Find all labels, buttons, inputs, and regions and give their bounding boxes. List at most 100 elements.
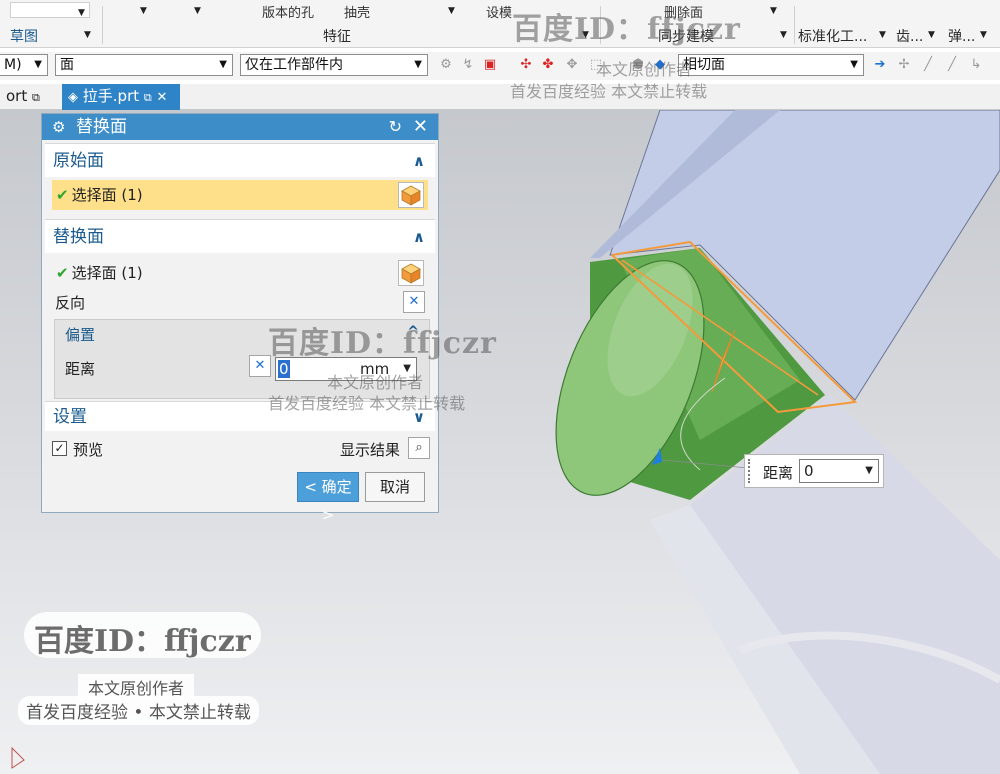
section-title: 替换面 [53,227,104,247]
type-filter-combo[interactable]: M) ▼ [0,54,48,76]
chevron-down-icon: ▼ [34,59,42,70]
distance-value: 0 [278,360,290,378]
watermark-card: 百度ID：ffjczr 本文原创作者 首发百度经验 • 本文禁止转载 [18,612,280,730]
file-tab-bar: ort ⧉ ◈ 拉手.prt ⧉ ✕ [0,84,1000,110]
ribbon-group-feature[interactable]: 特征 [323,26,351,46]
chevron-down-icon: ▼ [850,59,858,70]
show-result-label: 显示结果 [340,441,401,459]
chevron-down-icon[interactable]: ▼ [928,30,935,40]
ribbon-item-shell[interactable]: 抽壳 [344,2,370,21]
chevron-down-icon[interactable]: ▼ [194,6,201,16]
floating-distance-input[interactable]: 0 ▼ [799,459,879,483]
select-body-icon[interactable]: ✤ [540,57,556,73]
watermark-copyright-mid: 首发百度经验 本文禁止转载 [268,394,466,413]
cube-icon [401,263,421,284]
show-result-button[interactable]: ⌕ [408,437,430,459]
arrow-right-icon[interactable]: ➔ [872,57,888,73]
check-icon: ✔ [56,186,69,204]
swap-arrows-icon: ✕ [408,294,420,309]
ribbon: ▼ ▼ ▼ 版本的孔 抽壳 ▼ 设模 删除面 ▼ 草图 ▼ 特征 ▼ 同步建模 … [0,0,1000,48]
snap-icon[interactable]: ⚙ [438,57,454,73]
search-icon: ⌕ [415,440,423,455]
replacement-face-selector[interactable]: ✔ 选择面 (1) [52,258,428,288]
section-replacement-face[interactable]: 替换面 ∧ [45,219,435,253]
reverse-direction-label: 反向 [55,294,86,312]
select-box-icon[interactable]: ▣ [482,57,498,73]
watermark-id-top: 百度ID：ffjczr [512,12,741,47]
check-icon: ✔ [56,264,69,282]
distance-label: 距离 [65,360,96,378]
select-face-label: 选择面 (1) [71,186,143,204]
floating-distance-label: 距离 [763,464,794,482]
chevron-up-icon[interactable]: ∧ [413,144,425,178]
chevron-down-icon: ▼ [414,59,422,70]
view-triad-icon[interactable] [11,746,25,769]
chevron-up-icon[interactable]: ∧ [413,220,425,254]
select-link-icon[interactable]: ↯ [460,57,476,73]
tab-handle-part[interactable]: ◈ 拉手.prt ⧉ ✕ [62,84,180,110]
tangent-filter-combo[interactable]: 相切面 ▼ [678,54,864,76]
watermark-id-card: 百度ID：ffjczr [24,612,261,659]
ribbon-group-standard-tools[interactable]: 标准化工... [798,26,867,46]
scope-filter-value: 仅在工作部件内 [245,57,343,73]
chevron-down-icon[interactable]: ▼ [770,6,777,16]
dialog-title-bar[interactable]: ⚙ 替换面 ↻ ✕ [42,114,438,140]
section-original-face[interactable]: 原始面 ∧ [45,143,435,177]
section-title: 设置 [53,407,87,427]
line-icon[interactable]: ╱ [920,57,936,73]
ribbon-group-sketch[interactable]: 草图 [10,26,38,46]
watermark-copyright-top: 首发百度经验 本文禁止转载 [510,82,708,101]
chevron-down-icon[interactable]: ▼ [879,30,886,40]
chevron-down-icon[interactable]: ▼ [78,8,85,18]
watermark-author-top: 本文原创作者 [596,60,693,79]
offset-title[interactable]: 偏置 [65,324,95,345]
gear-icon[interactable]: ⚙ [52,114,65,140]
ribbon-divider [794,6,795,44]
chevron-down-icon[interactable]: ▼ [448,6,455,16]
close-icon[interactable]: ✕ [413,114,428,140]
chevron-down-icon: ▼ [219,59,227,70]
face-filter-value: 面 [60,57,74,73]
tab-previous-part[interactable]: ort ⧉ [0,84,46,110]
popout-icon[interactable]: ⧉ [32,91,40,104]
original-face-selector[interactable]: ✔ 选择面 (1) [52,180,428,210]
ribbon-group-gear[interactable]: 齿... [896,26,923,46]
replace-face-dialog: ⚙ 替换面 ↻ ✕ 原始面 ∧ ✔ 选择面 (1) 替换面 ∧ ✔ 选择面 (1) [41,113,439,524]
dialog-title: 替换面 [76,117,127,137]
close-icon[interactable]: ✕ [157,90,168,105]
ribbon-group-spring[interactable]: 弹... [948,26,975,46]
select-edge-icon[interactable]: ✥ [564,57,580,73]
section-title: 原始面 [53,151,104,171]
face-select-button[interactable] [398,182,424,208]
tab-label: 拉手.prt [82,87,140,105]
select-feature-icon[interactable]: ✣ [518,57,534,73]
scope-filter-combo[interactable]: 仅在工作部件内 ▼ [240,54,428,76]
chevron-down-icon[interactable]: ▼ [780,30,787,40]
floating-distance-box[interactable]: 距离 0 ▼ [744,454,884,488]
drag-grip-icon[interactable] [748,459,754,483]
selection-toolbar: M) ▼ 面 ▼ 仅在工作部件内 ▼ ⚙ ↯ ▣ ✣ ✤ ✥ ⬚ ⬢ ◆ 相切面… [0,52,1000,80]
reverse-direction-button[interactable]: ✕ [403,291,425,313]
floating-distance-value: 0 [804,462,814,480]
line-icon[interactable]: ╱ [944,57,960,73]
reset-icon[interactable]: ↻ [389,114,402,140]
swap-arrows-icon: ✕ [254,358,266,373]
chevron-down-icon: ▼ [865,465,873,476]
chevron-down-icon[interactable]: ▼ [140,6,147,16]
curve-icon[interactable]: ↳ [968,57,984,73]
ribbon-divider [102,6,103,44]
snap-point-icon[interactable]: ✢ [896,57,912,73]
ribbon-item-hole[interactable]: 版本的孔 [262,2,314,21]
chevron-down-icon[interactable]: ▼ [980,30,987,40]
tab-label: ort [6,87,28,105]
type-filter-value: M) [4,57,22,73]
face-filter-combo[interactable]: 面 ▼ [55,54,233,76]
cancel-button[interactable]: 取消 [365,472,425,502]
popout-icon[interactable]: ⧉ [144,91,152,104]
ribbon-item-design[interactable]: 设模 [486,2,512,21]
face-select-button[interactable] [398,260,424,286]
ok-button[interactable]: < 确定 > [297,472,359,524]
chevron-down-icon[interactable]: ▼ [84,30,91,40]
watermark-id-mid: 百度ID：ffjczr [268,326,497,361]
preview-checkbox[interactable]: ✓ [52,441,67,456]
